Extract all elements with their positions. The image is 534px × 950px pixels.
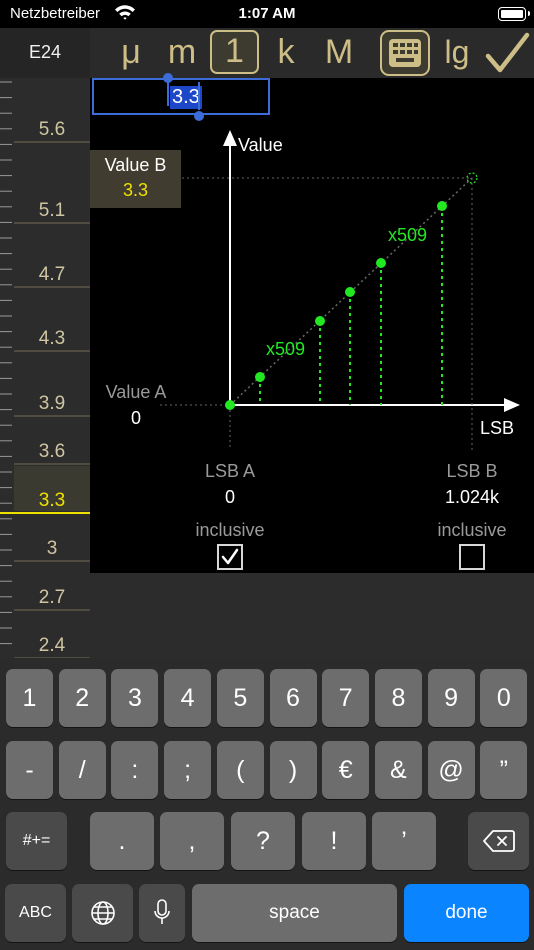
value-ruler[interactable]: 5.6 5.1 4.7 4.3 3.9 3.6 3.3 3 2.7 2.4 [0,78,90,658]
lsb-a-label[interactable]: LSB A [190,461,270,482]
graph-footer-area [90,573,534,658]
key-9[interactable]: 9 [427,669,475,727]
inclusive-a-checkbox[interactable] [217,544,243,570]
keyboard-icon [389,39,421,67]
inclusive-a-label: inclusive [195,520,265,540]
ruler-value[interactable]: 2.7 [39,587,65,608]
symbol-key[interactable]: ” [480,741,528,799]
ruler-value[interactable]: 5.6 [39,119,65,140]
punctuation-key[interactable]: ’ [372,812,436,870]
ruler-value[interactable]: 2.4 [39,635,66,656]
ruler-value[interactable]: 3.3 [39,490,65,511]
keyboard: ABC space done 1 2 3 4 5 6 7 8 9 0 - /:;() € & @” #+=.,… [0,658,534,950]
key-8[interactable]: 8 [374,669,422,727]
lsb-b-value[interactable]: 1.024k [432,487,512,508]
battery-icon [498,7,530,21]
dictation-key[interactable] [139,884,185,942]
lsb-b-label[interactable]: LSB B [432,461,512,482]
prefix-kilo-button[interactable]: k [266,30,306,74]
series-selector[interactable]: E24 [0,28,90,78]
key-7[interactable]: 7 [322,669,370,727]
done-key[interactable]: done [404,884,529,942]
key-10[interactable]: 0 [480,669,528,727]
punctuation-key[interactable]: ? [231,812,295,870]
checkmark-icon [221,548,239,565]
data-point [437,201,447,211]
step-count-label-1: x509 [266,339,306,359]
globe-icon [90,901,115,925]
x-axis-arrow [504,398,520,412]
clock: 1:07 AM [238,5,296,22]
inclusive-b-checkbox[interactable] [459,544,485,570]
key-6[interactable]: 6 [269,669,317,727]
value-b-value: 3.3 [122,180,149,200]
ruler-value[interactable]: 3 [47,538,58,559]
data-point [315,316,325,326]
symbol-key[interactable]: ( [216,741,264,799]
abc-key[interactable]: ABC [5,884,66,942]
y-axis-arrow [223,130,237,146]
lsb-a-value[interactable]: 0 [190,487,270,508]
symbol-key[interactable]: ) [269,741,317,799]
punctuation-key[interactable]: . [90,812,154,870]
symbol-key[interactable]: : [111,741,159,799]
data-point [345,287,355,297]
inclusive-b-label: inclusive [437,520,507,540]
data-point [225,400,235,410]
log-scale-button[interactable]: lg [437,30,477,74]
x-axis-label: LSB [480,418,515,438]
keyboard-toggle-button[interactable] [380,30,430,76]
delete-icon [482,830,515,852]
confirm-checkmark-icon[interactable] [484,30,530,81]
ruler-value[interactable]: 5.1 [39,200,65,221]
data-point [255,372,265,382]
prefix-micro-button[interactable]: μ [110,30,152,74]
ruler-value[interactable]: 3.6 [39,441,65,462]
key-2[interactable]: 2 [58,669,106,727]
key-4[interactable]: 4 [164,669,212,727]
value-a-value[interactable]: 0 [90,408,182,429]
value-b-box[interactable]: Value B 3.3 [90,150,181,208]
symbol-key[interactable]: - [6,741,53,799]
symbol-key[interactable]: / [58,741,106,799]
backspace-key[interactable] [468,812,529,870]
key-5[interactable]: 5 [216,669,264,727]
step-count-label-2: x509 [388,225,428,245]
key-3[interactable]: 3 [111,669,159,727]
selection-handles[interactable] [162,72,210,124]
globe-key[interactable] [72,884,133,942]
prefix-unit-button[interactable]: 1 [210,30,259,74]
ruler-value[interactable]: 3.9 [39,393,65,414]
ruler-value[interactable]: 4.7 [39,264,65,285]
prefix-milli-button[interactable]: m [160,30,204,74]
ruler-value[interactable]: 4.3 [39,328,65,349]
microphone-icon [154,899,170,924]
value-b-label: Value B [104,155,167,175]
symbol-key[interactable]: € [322,741,370,799]
prefix-mega-button[interactable]: M [314,30,364,74]
symbol-key[interactable]: ; [164,741,212,799]
key-1[interactable]: 1 [6,669,53,727]
toolbar: E24 μ m 1 k M lg [0,28,534,78]
y-axis-label: Value [238,135,283,155]
status-bar: Netzbetreiber 1:07 AM [0,0,534,28]
symbol-key[interactable]: & [374,741,422,799]
more-symbols-key[interactable]: #+= [6,812,67,870]
mapping-graph: 3.3 Value B 3.3 Value Value A 0 LSB x509… [90,73,534,573]
punctuation-key[interactable]: ! [302,812,366,870]
space-key[interactable]: space [192,884,397,942]
symbol-key[interactable]: @ [427,741,475,799]
data-point [376,258,386,268]
punctuation-key[interactable]: , [160,812,224,870]
value-a-label[interactable]: Value A [90,382,182,403]
